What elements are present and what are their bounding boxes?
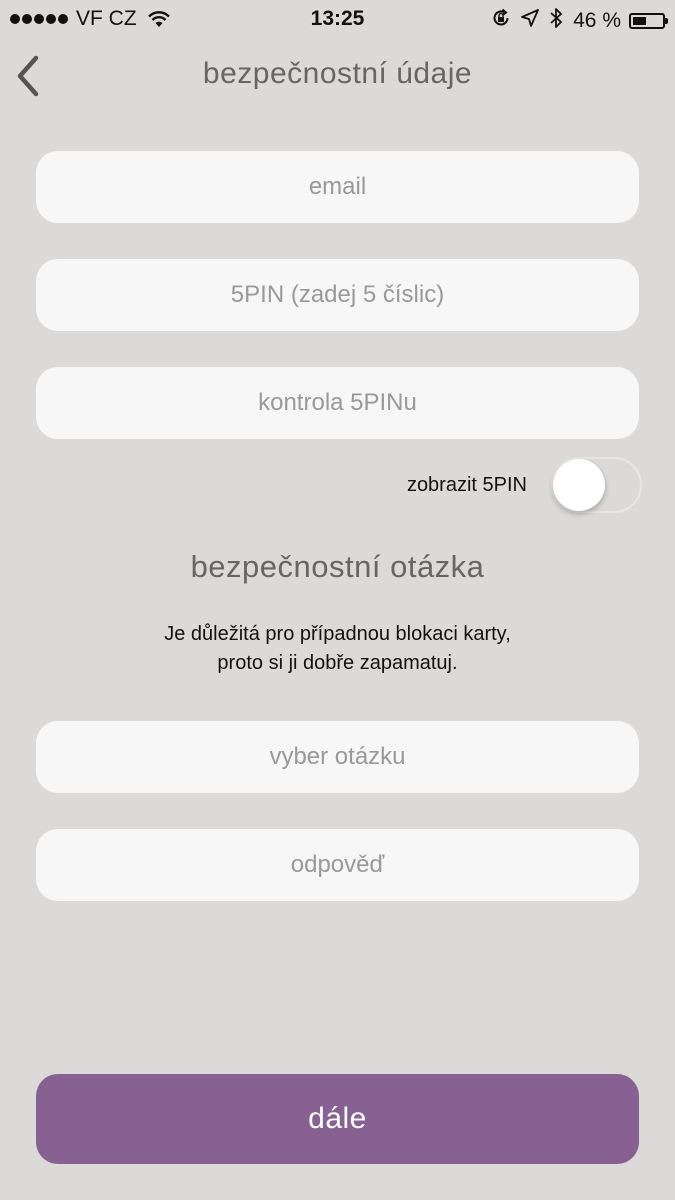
note-line-1: Je důležitá pro případnou blokaci karty, — [164, 623, 511, 645]
battery-fill — [633, 17, 646, 25]
location-arrow-icon — [521, 9, 540, 33]
answer-input[interactable] — [36, 829, 639, 901]
pin-confirm-input[interactable] — [36, 367, 639, 439]
section-title-security-question: bezpečnostní otázka — [190, 549, 485, 584]
battery-percentage: 46 % — [573, 9, 621, 32]
status-bar: VF CZ 13:25 46 % — [0, 0, 675, 40]
rotation-lock-icon — [491, 8, 511, 34]
note-line-2: proto si ji dobře zapamatuj. — [217, 652, 458, 674]
question-select-placeholder: vyber otázku — [269, 743, 406, 770]
page-title: bezpečnostní údaje — [202, 57, 473, 90]
continue-button[interactable]: dále — [36, 1074, 639, 1164]
question-select[interactable]: vyber otázku — [36, 721, 639, 793]
battery-icon — [629, 13, 668, 29]
email-input[interactable] — [36, 151, 639, 223]
bluetooth-icon — [549, 7, 563, 35]
security-question-note: Je důležitá pro případnou blokaci karty,… — [0, 620, 675, 678]
continue-button-label: dále — [308, 1102, 367, 1135]
show-pin-label: zobrazit 5PIN — [406, 474, 527, 496]
show-pin-toggle[interactable] — [551, 457, 642, 513]
status-right: 46 % — [491, 7, 668, 35]
toggle-knob — [553, 459, 605, 511]
pin-input[interactable] — [36, 259, 639, 331]
